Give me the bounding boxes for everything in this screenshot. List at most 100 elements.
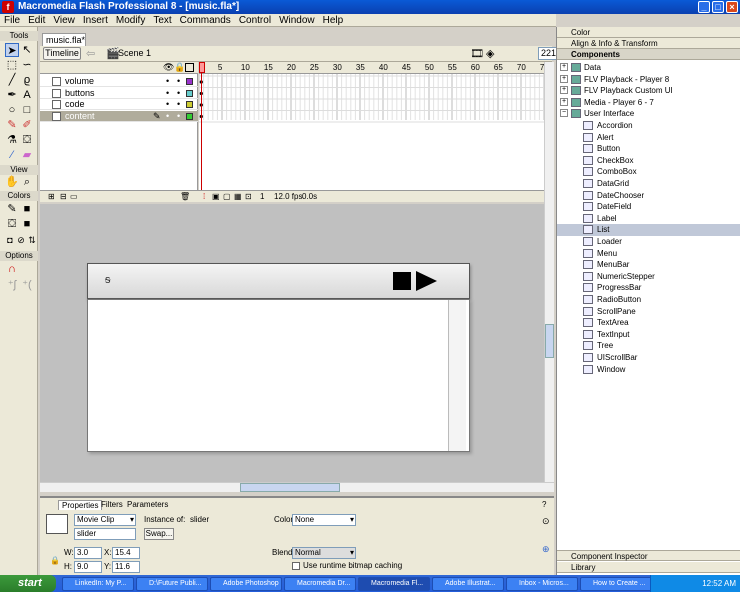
menu-commands[interactable]: Commands xyxy=(176,14,235,27)
taskbar-task[interactable]: Adobe Photoshop xyxy=(210,577,282,591)
taskbar-task[interactable]: Adobe Illustrat... xyxy=(432,577,504,591)
pen-tool-icon[interactable]: ✒ xyxy=(5,88,19,102)
component-item-menubar[interactable]: MenuBar xyxy=(557,259,740,271)
cache-checkbox[interactable] xyxy=(292,562,300,570)
edit-scene-icon[interactable]: 🎞 xyxy=(470,47,484,60)
components-panel-header[interactable]: Components xyxy=(557,49,740,60)
component-item-numericstepper[interactable]: NumericStepper xyxy=(557,271,740,283)
component-item-combobox[interactable]: ComboBox xyxy=(557,166,740,178)
menu-insert[interactable]: Insert xyxy=(79,14,112,27)
edit-icon[interactable]: ⊙ xyxy=(542,516,550,527)
onion-markers-icon[interactable]: ⊡ xyxy=(245,191,252,202)
menu-file[interactable]: File xyxy=(0,14,24,27)
taskbar-task[interactable]: Macromedia Dr... xyxy=(284,577,356,591)
layer-row[interactable]: buttons • • xyxy=(40,88,198,99)
snap-magnet-icon[interactable]: ∩ xyxy=(5,262,19,276)
align-panel-header[interactable]: Align & Info & Transform xyxy=(557,38,740,49)
delete-layer-icon[interactable]: 🗑 xyxy=(180,191,190,202)
component-item-tree[interactable]: Tree xyxy=(557,340,740,352)
component-group-ui[interactable]: − User Interface xyxy=(557,108,740,120)
component-item-textinput[interactable]: TextInput xyxy=(557,329,740,341)
color-select[interactable]: None ▾ xyxy=(292,514,356,526)
ink-bottle-tool-icon[interactable]: ⚗ xyxy=(5,133,19,147)
taskbar-task[interactable]: How to Create ... xyxy=(580,577,652,591)
component-group-flv-custom[interactable]: + FLV Playback Custom UI xyxy=(557,85,740,97)
component-item-accordion[interactable]: Accordion xyxy=(557,120,740,132)
stage-horizontal-scrollbar[interactable] xyxy=(40,482,554,492)
component-item-textarea[interactable]: TextArea xyxy=(557,317,740,329)
edit-multiple-icon[interactable]: ▦ xyxy=(234,191,242,202)
add-guide-icon[interactable]: ⊟ xyxy=(60,191,67,202)
lasso-tool-icon[interactable]: ∽ xyxy=(20,58,34,72)
onion-skin-icon[interactable]: ▣ xyxy=(212,191,220,202)
tab-properties[interactable]: Properties xyxy=(58,500,103,510)
component-item-uiscrollbar[interactable]: UIScrollBar xyxy=(557,352,740,364)
component-inspector-header[interactable]: Component Inspector xyxy=(557,550,740,561)
tab-parameters[interactable]: Parameters xyxy=(124,500,171,510)
paint-bucket-tool-icon[interactable]: ⛋ xyxy=(20,133,34,147)
start-button[interactable]: start xyxy=(0,575,56,592)
component-item-loader[interactable]: Loader xyxy=(557,236,740,248)
stroke-swatch[interactable]: ■ xyxy=(20,202,34,216)
component-item-alert[interactable]: Alert xyxy=(557,132,740,144)
layer-row-selected[interactable]: content ✎ • • xyxy=(40,110,198,122)
component-item-checkbox[interactable]: CheckBox xyxy=(557,155,740,167)
pencil-tool-icon[interactable]: ✎ xyxy=(5,118,19,132)
add-folder-icon[interactable]: ▭ xyxy=(70,191,78,202)
brush-tool-icon[interactable]: ✐ xyxy=(20,118,34,132)
stop-button[interactable] xyxy=(393,272,411,290)
text-tool-icon[interactable]: A xyxy=(20,88,34,102)
timeline-frames[interactable]: 151015202530354045505560657075 xyxy=(199,62,544,190)
zoom-tool-icon[interactable]: ⌕ xyxy=(20,175,34,189)
eyedropper-tool-icon[interactable]: ⁄ xyxy=(5,148,19,162)
free-transform-tool-icon[interactable]: ⬚ xyxy=(5,58,19,72)
help-icon[interactable]: ? xyxy=(542,500,546,509)
oval-tool-icon[interactable]: ○ xyxy=(5,103,19,117)
center-frame-icon[interactable]: ⁞ xyxy=(203,191,205,202)
component-group-data[interactable]: + Data xyxy=(557,62,740,74)
rectangle-tool-icon[interactable]: □ xyxy=(20,103,34,117)
fill-color-icon[interactable]: ⛋ xyxy=(5,217,19,231)
scroll-thumb[interactable] xyxy=(545,324,554,358)
scroll-thumb[interactable] xyxy=(240,483,340,492)
playhead[interactable] xyxy=(199,62,205,190)
menu-view[interactable]: View xyxy=(49,14,79,27)
swap-colors-icon[interactable]: ⇅ xyxy=(25,233,39,247)
fill-swatch[interactable]: ■ xyxy=(20,217,34,231)
close-button[interactable]: × xyxy=(726,1,738,13)
stroke-color-icon[interactable]: ✎ xyxy=(5,202,19,216)
frame-grid[interactable] xyxy=(199,74,544,190)
y-field[interactable]: 11.6 xyxy=(112,561,140,573)
smooth-icon[interactable]: ⁺ʃ xyxy=(5,278,19,292)
taskbar-task[interactable]: D:\Future Publi... xyxy=(136,577,208,591)
width-field[interactable]: 3.0 xyxy=(74,547,102,559)
eraser-tool-icon[interactable]: ▰ xyxy=(20,148,34,162)
menu-edit[interactable]: Edit xyxy=(24,14,49,27)
layer-row[interactable]: code • • xyxy=(40,99,198,110)
component-item-radiobutton[interactable]: RadioButton xyxy=(557,294,740,306)
document-tab[interactable]: music.fla* xyxy=(42,33,86,46)
menu-window[interactable]: Window xyxy=(275,14,319,27)
component-item-datechooser[interactable]: DateChooser xyxy=(557,190,740,202)
swap-button[interactable]: Swap... xyxy=(144,528,174,540)
symbol-type-select[interactable]: Movie Clip ▾ xyxy=(74,514,136,526)
onion-outline-icon[interactable]: ▢ xyxy=(223,191,231,202)
layer-row[interactable]: volume • • xyxy=(40,76,198,87)
component-item-label[interactable]: Label xyxy=(557,213,740,225)
taskbar-task[interactable]: Macromedia Fl... xyxy=(358,577,430,591)
straighten-icon[interactable]: ⁺( xyxy=(20,278,34,292)
content-list-box[interactable] xyxy=(87,299,470,452)
taskbar-task[interactable]: LinkedIn: My P... xyxy=(62,577,134,591)
lock-icon[interactable]: 🔒 xyxy=(174,62,185,73)
minimize-button[interactable]: _ xyxy=(698,1,710,13)
subselection-tool-icon[interactable]: ↖ xyxy=(20,43,34,57)
component-item-datefield[interactable]: DateField xyxy=(557,201,740,213)
outline-icon[interactable] xyxy=(185,63,194,72)
taskbar-task[interactable]: Inbox - Micros... xyxy=(506,577,578,591)
library-header[interactable]: Library xyxy=(557,562,740,573)
add-layer-icon[interactable]: ⊞ xyxy=(48,191,55,202)
component-item-scrollpane[interactable]: ScrollPane xyxy=(557,306,740,318)
player-controls-bar[interactable]: ᵴ xyxy=(87,263,470,299)
lasso-tool-icon-2[interactable]: ϱ xyxy=(20,73,34,87)
tab-filters[interactable]: Filters xyxy=(98,500,126,510)
